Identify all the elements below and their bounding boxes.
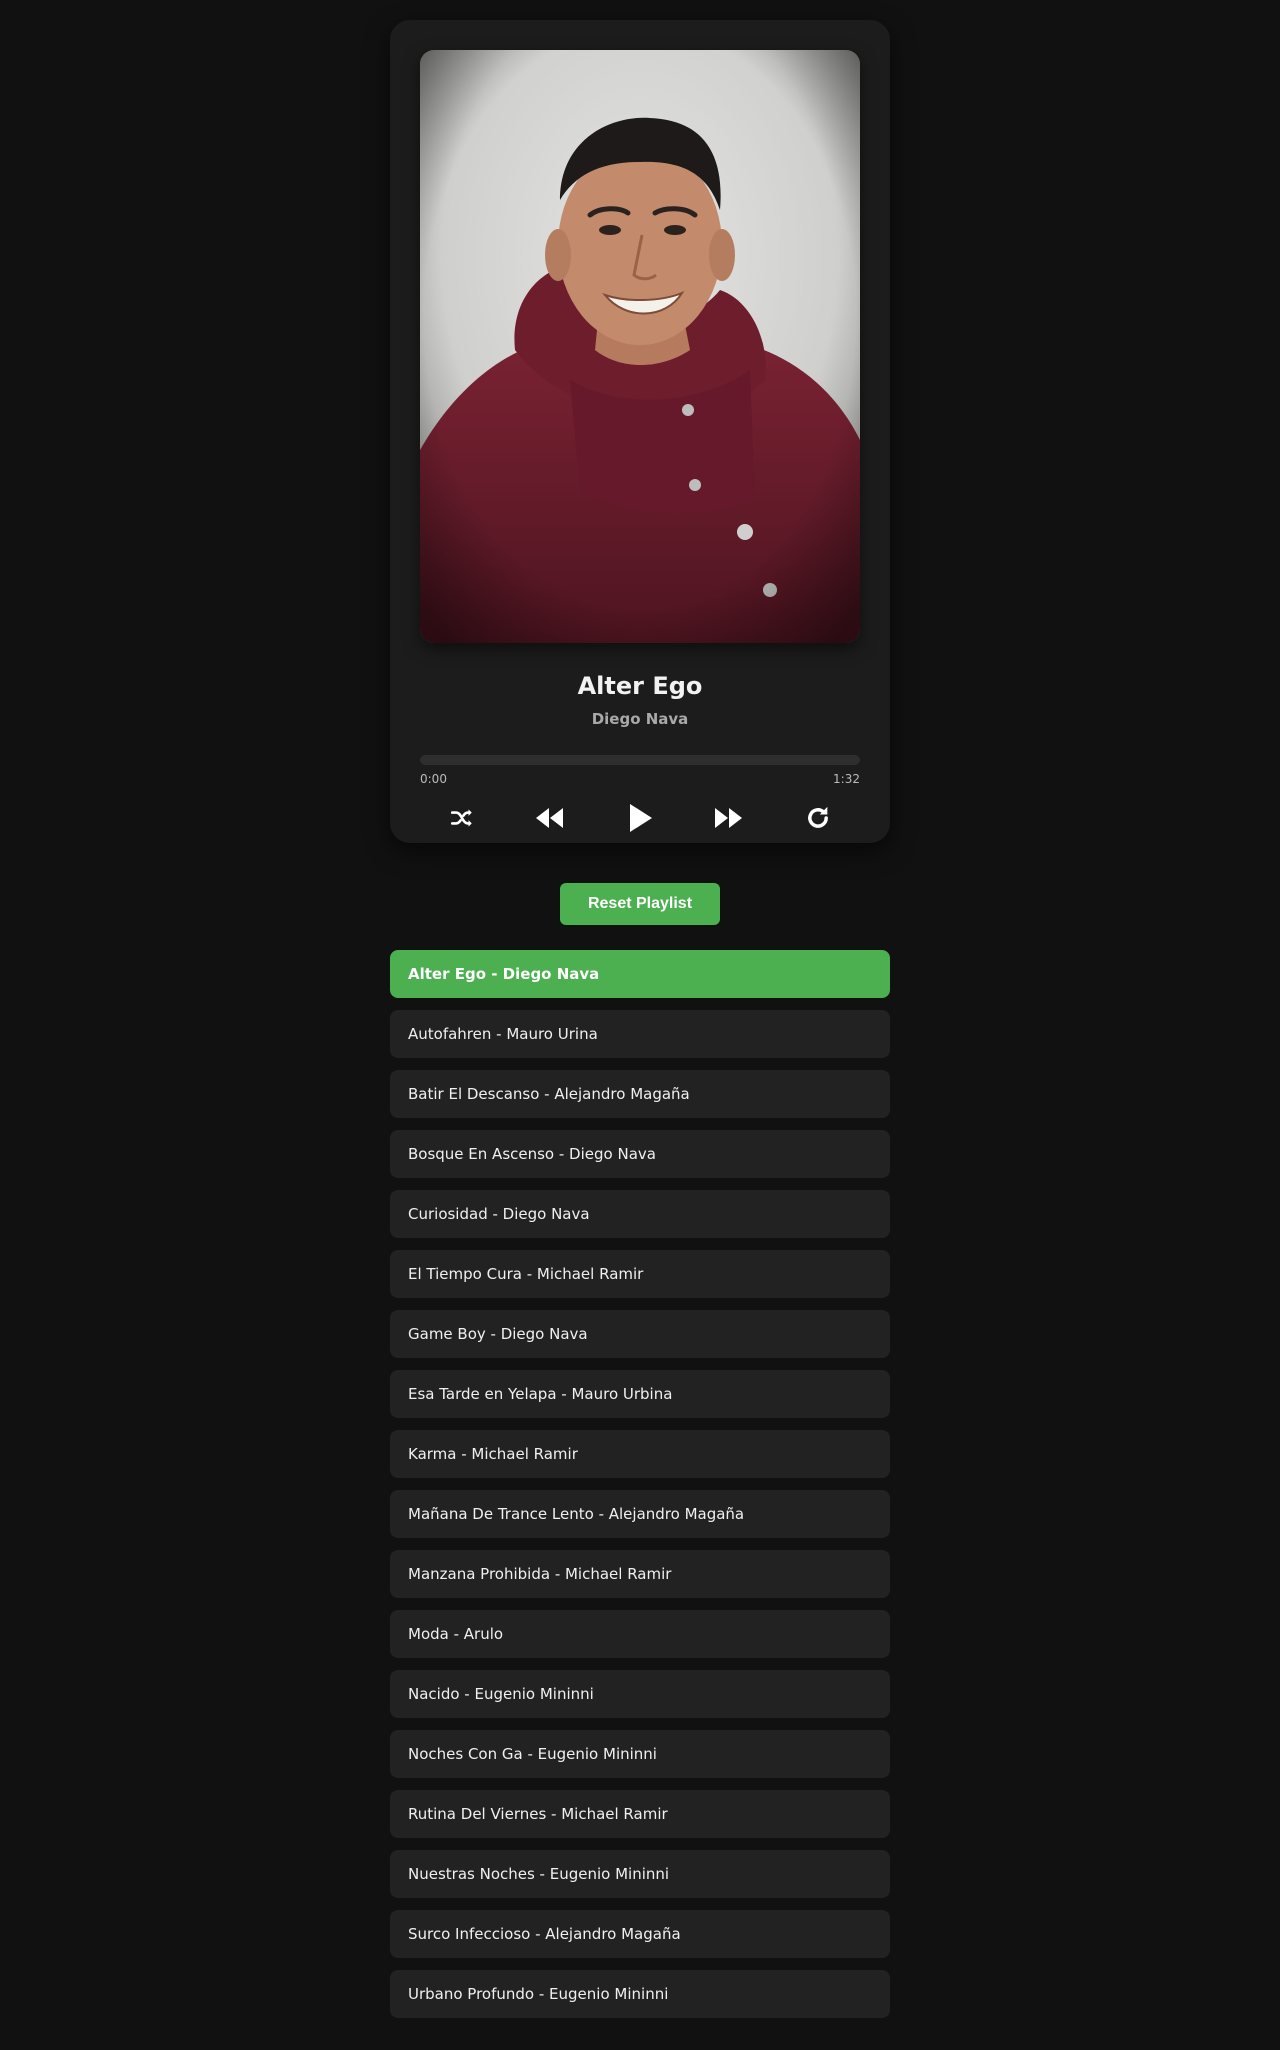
- artist-photo: [420, 50, 860, 643]
- player-card: Alter Ego Diego Nava 0:00 1:32: [390, 20, 890, 843]
- playlist-item[interactable]: Game Boy - Diego Nava: [390, 1310, 890, 1358]
- play-icon: [630, 804, 652, 832]
- track-title: Alter Ego: [577, 672, 703, 700]
- next-button[interactable]: [708, 793, 748, 843]
- playlist-item[interactable]: El Tiempo Cura - Michael Ramir: [390, 1250, 890, 1298]
- current-time: 0:00: [420, 772, 447, 786]
- playlist-item[interactable]: Karma - Michael Ramir: [390, 1430, 890, 1478]
- repeat-button[interactable]: [798, 793, 838, 843]
- playlist-item[interactable]: Nacido - Eugenio Mininni: [390, 1670, 890, 1718]
- total-time: 1:32: [833, 772, 860, 786]
- playlist-item[interactable]: Curiosidad - Diego Nava: [390, 1190, 890, 1238]
- reset-playlist-button[interactable]: Reset Playlist: [560, 883, 720, 925]
- playlist-item[interactable]: Esa Tarde en Yelapa - Mauro Urbina: [390, 1370, 890, 1418]
- playlist-item[interactable]: Manzana Prohibida - Michael Ramir: [390, 1550, 890, 1598]
- track-artist: Diego Nava: [591, 710, 689, 728]
- shuffle-button[interactable]: [442, 793, 482, 843]
- playlist-item[interactable]: Nuestras Noches - Eugenio Mininni: [390, 1850, 890, 1898]
- playlist-item[interactable]: Rutina Del Viernes - Michael Ramir: [390, 1790, 890, 1838]
- fast-forward-icon: [715, 808, 742, 828]
- music-player-page: Alter Ego Diego Nava 0:00 1:32 Reset Pla…: [0, 0, 1280, 2050]
- play-button[interactable]: [620, 793, 660, 843]
- rewind-icon: [536, 808, 563, 828]
- playlist-item[interactable]: Mañana De Trance Lento - Alejandro Magañ…: [390, 1490, 890, 1538]
- playlist-item[interactable]: Autofahren - Mauro Urina: [390, 1010, 890, 1058]
- playback-controls: [420, 793, 860, 843]
- playlist-item[interactable]: Urbano Profundo - Eugenio Mininni: [390, 1970, 890, 2018]
- playlist-item[interactable]: Surco Infeccioso - Alejandro Magaña: [390, 1910, 890, 1958]
- playlist-item[interactable]: Moda - Arulo: [390, 1610, 890, 1658]
- playlist-item[interactable]: Bosque En Ascenso - Diego Nava: [390, 1130, 890, 1178]
- repeat-icon: [808, 806, 828, 828]
- album-art: [420, 50, 860, 643]
- previous-button[interactable]: [530, 793, 570, 843]
- playlist-item-active[interactable]: Alter Ego - Diego Nava: [390, 950, 890, 998]
- playlist: Alter Ego - Diego Nava Autofahren - Mauro…: [390, 950, 890, 2030]
- playlist-item[interactable]: Noches Con Ga - Eugenio Mininni: [390, 1730, 890, 1778]
- progress-bar[interactable]: [420, 755, 860, 765]
- shuffle-icon: [450, 809, 472, 827]
- playlist-item[interactable]: Batir El Descanso - Alejandro Magaña: [390, 1070, 890, 1118]
